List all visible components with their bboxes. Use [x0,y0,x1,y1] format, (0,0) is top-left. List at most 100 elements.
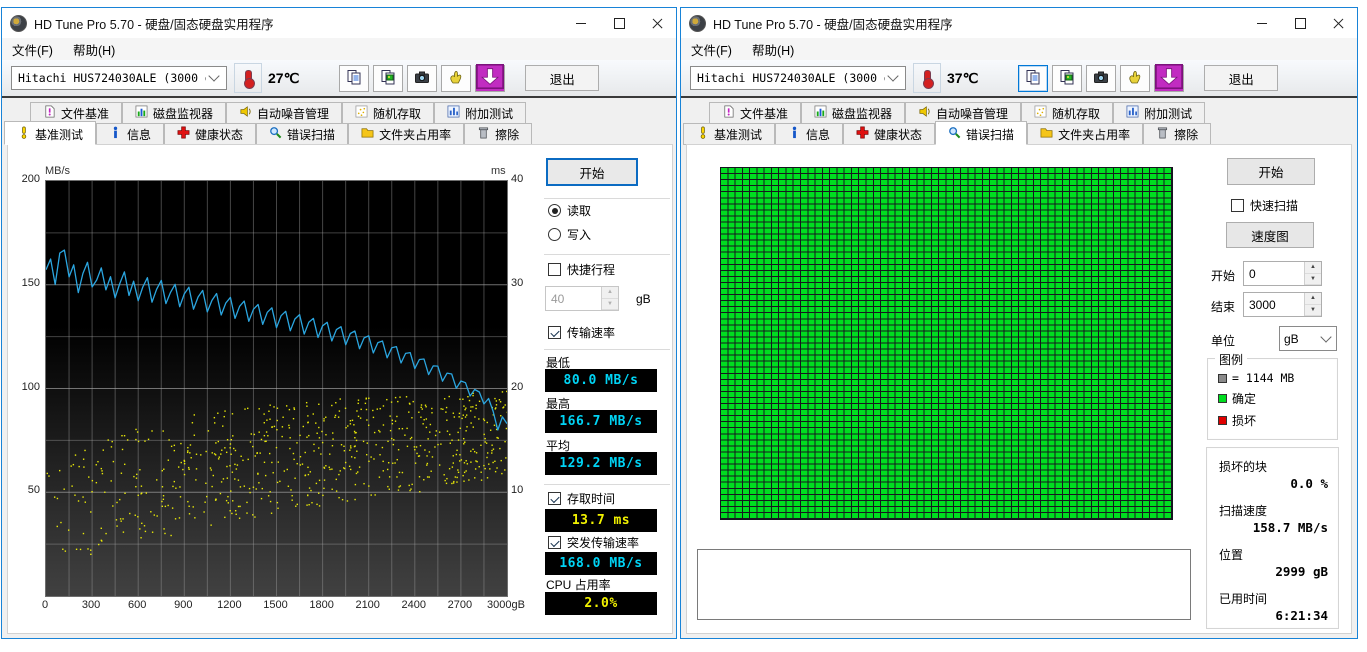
burst-rate-row[interactable]: 突发传输速率 [548,534,639,551]
access-time-checkbox[interactable] [548,492,561,505]
access-time-row[interactable]: 存取时间 [548,490,615,507]
thermometer-icon [245,70,252,87]
short-stroke-checkbox[interactable] [548,263,561,276]
update-icon [476,64,504,92]
tab-disk-monitor[interactable]: 磁盘监视器 [801,102,905,123]
minimize-icon [1257,23,1267,24]
transfer-rate-row[interactable]: 传输速率 [548,324,615,341]
short-stroke-row[interactable]: 快捷行程 [548,261,615,278]
tab-erase[interactable]: 擦除 [464,123,532,145]
maximize-icon [1295,18,1306,29]
tab-disk-monitor[interactable]: 磁盘监视器 [122,102,226,123]
spin-up-icon[interactable]: ▲ [602,287,618,299]
tab-aam[interactable]: 自动噪音管理 [905,102,1021,123]
tab-extra-tests[interactable]: 附加测试 [434,102,526,123]
update-button[interactable] [475,65,505,92]
tab-info[interactable]: 信息 [775,123,843,145]
write-radio[interactable] [548,228,561,241]
menu-file[interactable]: 文件(F) [691,40,732,59]
position-value: 2999 gB [1275,564,1328,579]
drive-select[interactable]: Hitachi HUS724030ALE (3000 gB) [11,66,227,90]
tab-file-benchmark[interactable]: 文件基准 [709,102,801,123]
min-transfer-value: 80.0 MB/s [545,369,657,392]
scan-end-spinner[interactable]: 3000 ▲▼ [1243,292,1322,317]
update-button[interactable] [1154,65,1184,92]
tab-erase[interactable]: 擦除 [1143,123,1211,145]
maximize-button[interactable] [1281,8,1319,38]
copy-text-button[interactable] [339,65,369,92]
tab-error-scan[interactable]: 错误扫描 [935,121,1027,145]
aam-hand-button[interactable] [441,65,471,92]
temperature-button[interactable] [234,63,262,93]
screenshot-icon [1093,69,1109,88]
tab-aam-label: 自动噪音管理 [257,105,329,122]
burst-rate-checkbox[interactable] [548,536,561,549]
maximize-button[interactable] [600,8,638,38]
hdtune-window-error-scan: HD Tune Pro 5.70 - 硬盘/固态硬盘实用程序 文件(F) 帮助(… [680,7,1358,639]
short-stroke-size-value: 40 [546,287,601,310]
legend-block-row: = 1144 MB [1218,371,1337,385]
write-radio-row[interactable]: 写入 [548,226,591,243]
access-time-value: 13.7 ms [545,509,657,532]
copy-image-button[interactable] [1052,65,1082,92]
scan-message-box[interactable] [697,549,1191,620]
spin-down-icon[interactable]: ▼ [1305,274,1321,286]
drive-select-value: Hitachi HUS724030ALE (3000 gB) [18,71,206,85]
read-radio[interactable] [548,204,561,217]
minimize-button[interactable] [562,8,600,38]
spin-down-icon[interactable]: ▼ [602,299,618,311]
titlebar[interactable]: HD Tune Pro 5.70 - 硬盘/固态硬盘实用程序 [681,8,1357,38]
avg-transfer-value: 129.2 MB/s [545,452,657,475]
menubar: 文件(F) 帮助(H) [681,38,1357,60]
tab-file-benchmark[interactable]: 文件基准 [30,102,122,123]
start-scan-button[interactable]: 开始 [1227,158,1315,185]
start-benchmark-button[interactable]: 开始 [546,158,638,186]
temperature-button[interactable] [913,63,941,93]
tab-health[interactable]: 健康状态 [164,123,256,145]
tab-folder-usage[interactable]: 文件夹占用率 [1027,123,1143,145]
tab-extra-tests[interactable]: 附加测试 [1113,102,1205,123]
minimize-button[interactable] [1243,8,1281,38]
copy-text-button[interactable] [1018,65,1048,92]
access-time-label: 存取时间 [567,490,615,507]
legend-block-label: = 1144 MB [1232,371,1294,385]
unit-select[interactable]: gB [1279,326,1337,351]
quick-scan-checkbox[interactable] [1231,199,1244,212]
tab-random-access[interactable]: 随机存取 [342,102,434,123]
tab-benchmark[interactable]: 基准测试 [4,121,96,145]
tab-aam-label: 自动噪音管理 [936,105,1008,122]
spin-up-icon[interactable]: ▲ [1305,293,1321,305]
titlebar[interactable]: HD Tune Pro 5.70 - 硬盘/固态硬盘实用程序 [2,8,676,38]
transfer-rate-checkbox[interactable] [548,326,561,339]
read-radio-row[interactable]: 读取 [548,202,591,219]
speed-map-button[interactable]: 速度图 [1226,222,1314,248]
copy-image-button[interactable] [373,65,403,92]
close-button[interactable] [638,8,676,38]
screenshot-button[interactable] [407,65,437,92]
exit-button[interactable]: 退出 [525,65,599,91]
benchmark-panel: MB/s ms 20015010050403020100300600900120… [7,144,673,634]
tab-random-access[interactable]: 随机存取 [1021,102,1113,123]
scan-start-spinner[interactable]: 0 ▲▼ [1243,261,1322,286]
spin-up-icon[interactable]: ▲ [1305,262,1321,274]
tab-error-scan[interactable]: 错误扫描 [256,123,348,145]
screenshot-button[interactable] [1086,65,1116,92]
unit-label: 单位 [1211,332,1235,349]
drive-select[interactable]: Hitachi HUS724030ALE (3000 gB) [690,66,906,90]
erase-icon [477,126,490,142]
tab-health-label: 健康状态 [195,126,243,143]
tab-aam[interactable]: 自动噪音管理 [226,102,342,123]
spin-down-icon[interactable]: ▼ [1305,305,1321,317]
exit-button[interactable]: 退出 [1204,65,1278,91]
tab-health[interactable]: 健康状态 [843,123,935,145]
tab-info[interactable]: 信息 [96,123,164,145]
tab-folder-usage[interactable]: 文件夹占用率 [348,123,464,145]
short-stroke-size-spinner[interactable]: 40 ▲▼ [545,286,619,311]
close-button[interactable] [1319,8,1357,38]
menu-help[interactable]: 帮助(H) [752,40,794,59]
menu-help[interactable]: 帮助(H) [73,40,115,59]
menu-file[interactable]: 文件(F) [12,40,53,59]
tab-benchmark[interactable]: 基准测试 [683,123,775,145]
quick-scan-row[interactable]: 快速扫描 [1231,197,1298,214]
aam-hand-button[interactable] [1120,65,1150,92]
